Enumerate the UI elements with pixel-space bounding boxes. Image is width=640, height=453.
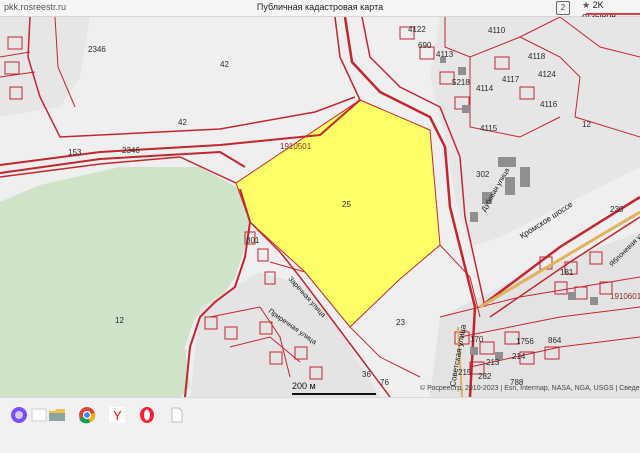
explorer-icon[interactable]	[30, 406, 48, 424]
parcel-label-1910601: 1910601	[610, 292, 640, 301]
scale-line	[292, 393, 376, 395]
parcel-label-4110: 4110	[488, 26, 506, 35]
parcel-label-36: 36	[362, 370, 371, 379]
parcel-label-4117: 4117	[502, 75, 520, 84]
parcel-label-4114: 4114	[476, 84, 494, 93]
opera-icon[interactable]	[138, 406, 156, 424]
file-icon[interactable]	[168, 406, 186, 424]
parcel-label-282: 282	[478, 372, 492, 381]
parcel-label-42a: 42	[220, 60, 229, 69]
yandex-icon[interactable]: Y	[108, 406, 126, 424]
browser-title-bar: pkk.rosreestr.ru Публичная кадастровая к…	[0, 0, 640, 21]
chrome-icon[interactable]	[78, 406, 96, 424]
parcel-label-170: 170	[470, 335, 484, 344]
star-icon: ★	[582, 0, 591, 10]
parcel-label-5218: 5218	[452, 78, 470, 87]
parcel-label-1756: 1756	[516, 337, 534, 346]
parcel-label-25: 25	[342, 200, 351, 209]
parcel-label-230: 230	[610, 205, 624, 214]
cadastral-map[interactable]: 2346 42 42 153 2346 1910501 25 23 12 12 …	[0, 17, 640, 397]
parcel-label-4124: 4124	[538, 70, 556, 79]
map-attribution: © Росреестр, 2010-2023 | Esri, Intermap,…	[420, 385, 640, 392]
page-title: Публичная кадастровая карта	[256, 2, 384, 12]
folder-icon[interactable]	[48, 406, 66, 424]
parcel-label-4115: 4115	[480, 124, 498, 133]
alice-icon[interactable]	[10, 406, 28, 424]
parcel-label-12b: 12	[582, 120, 591, 129]
parcel-label-4113: 4113	[436, 50, 454, 59]
parcel-label-42b: 42	[178, 118, 187, 127]
parcel-label-801: 801	[246, 236, 260, 245]
parcel-label-12a: 12	[115, 316, 124, 325]
parcel-label-153: 153	[68, 148, 82, 157]
parcel-label-181: 181	[560, 268, 574, 277]
parcel-label-76: 76	[380, 378, 389, 387]
taskbar: Y	[0, 397, 640, 453]
scale-text: 200 м	[292, 381, 316, 391]
parcel-label-4122: 4122	[408, 25, 426, 34]
tab-count-badge[interactable]: 2	[556, 1, 570, 15]
parcel-label-864: 864	[548, 336, 562, 345]
rating-bar	[586, 13, 640, 15]
parcel-label-2346b: 2346	[122, 146, 140, 155]
parcel-label-23: 23	[396, 318, 405, 327]
parcel-label-302: 302	[476, 170, 490, 179]
parcel-label-4118: 4118	[528, 52, 546, 61]
parcel-label-214: 214	[512, 352, 526, 361]
parcel-label-2346a: 2346	[88, 45, 106, 54]
parcel-label-213: 213	[486, 358, 500, 367]
parcel-label-4116: 4116	[540, 100, 558, 109]
parcel-label-690: 690	[418, 41, 432, 50]
svg-text:Y: Y	[113, 408, 122, 423]
scale-bar: 200 м	[292, 381, 376, 395]
parcel-label-1910501: 1910501	[280, 142, 312, 151]
